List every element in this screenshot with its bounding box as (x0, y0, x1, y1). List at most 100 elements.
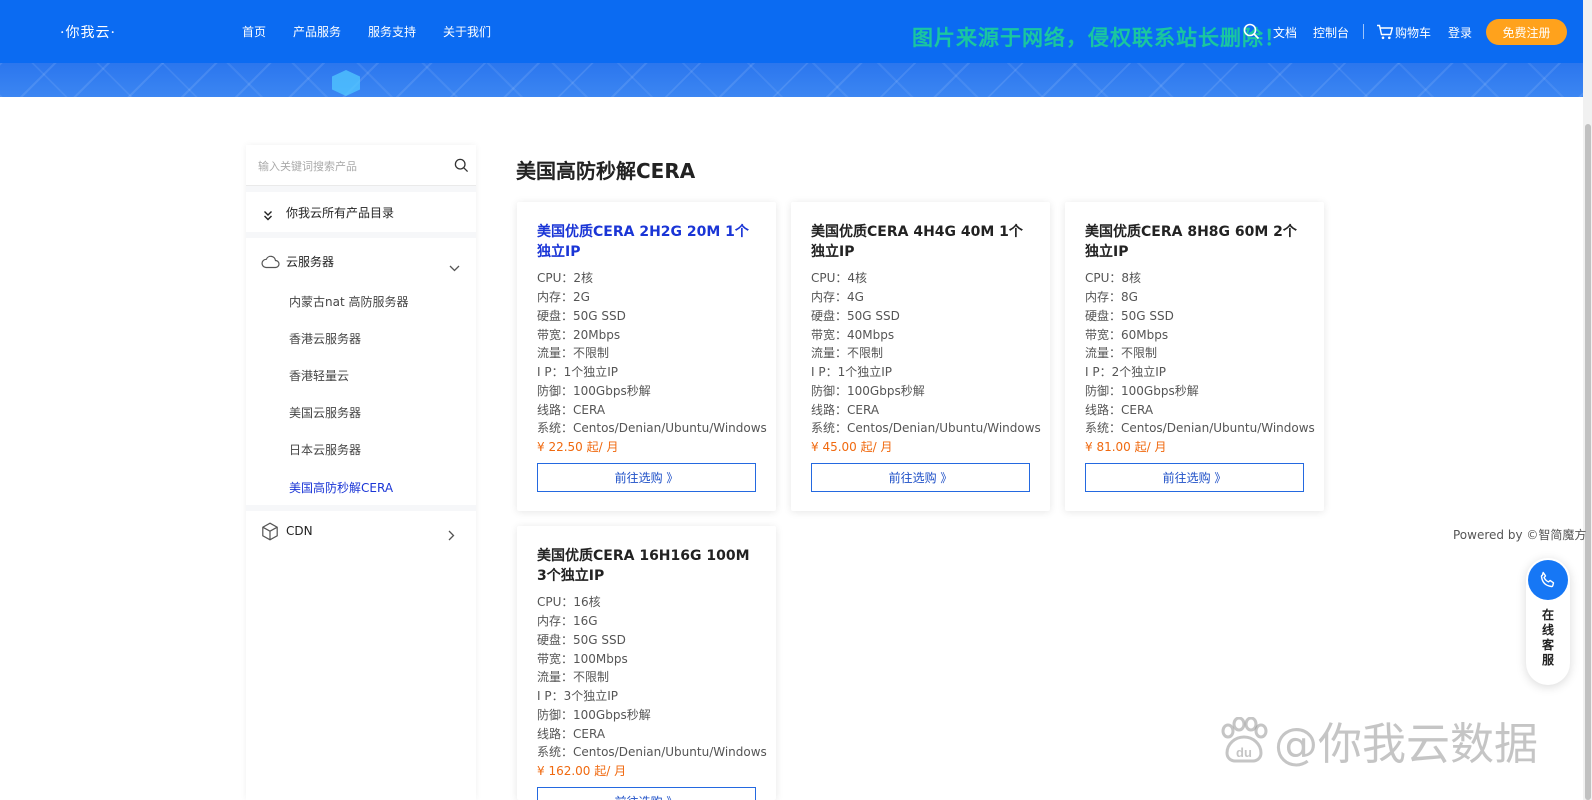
sidebar-item-us-cloud[interactable]: 美国云服务器 (289, 404, 361, 421)
spec-os: 系统：Centos/Denian/Ubuntu/Windows (1085, 421, 1315, 435)
spec-line: 线路：CERA (537, 727, 606, 741)
phone-icon[interactable] (1528, 560, 1568, 600)
spec-os: 系统：Centos/Denian/Ubuntu/Windows (537, 421, 767, 435)
sidebar-divider (246, 186, 476, 192)
product-title[interactable]: 美国优质CERA 8H8G 60M 2个独立IP (1085, 222, 1307, 262)
docs-link[interactable]: 文档 (1273, 24, 1297, 41)
spec-traffic: 流量：不限制 (1085, 346, 1158, 360)
category-cdn-label: CDN (286, 524, 313, 538)
product-title[interactable]: 美国优质CERA 4H4G 40M 1个独立IP (811, 222, 1033, 262)
nav-products[interactable]: 产品服务 (293, 23, 341, 40)
catalog-label: 你我云所有产品目录 (286, 206, 395, 220)
spec-cpu: CPU：2核 (537, 271, 594, 285)
spec-line: 线路：CERA (1085, 403, 1154, 417)
nav-home[interactable]: 首页 (242, 23, 266, 40)
powered-by: Powered by ©智简魔方 (1453, 528, 1587, 542)
sidebar-item-hk-lightweight[interactable]: 香港轻量云 (289, 367, 349, 384)
spec-disk: 硬盘：50G SSD (811, 309, 900, 323)
double-chevron-down-icon (263, 206, 273, 225)
image-source-watermark: 图片来源于网络，侵权联系站长删除！ (912, 26, 1286, 50)
spec-os: 系统：Centos/Denian/Ubuntu/Windows (537, 745, 767, 759)
register-button[interactable]: 免费注册 (1486, 19, 1567, 45)
product-price: ¥ 22.50 起/ 月 (537, 440, 619, 454)
banner-decoration (0, 63, 1583, 97)
spec-bandwidth: 带宽：100Mbps (537, 652, 628, 666)
search-icon[interactable] (1243, 23, 1260, 44)
buy-button[interactable]: 前往选购 》 (537, 463, 756, 492)
sidebar-divider (246, 232, 476, 238)
spec-memory: 内存：8G (1085, 290, 1138, 304)
online-service-label: 在线客服 (1541, 608, 1554, 667)
nav-about[interactable]: 关于我们 (443, 23, 491, 40)
weibo-watermark: du @你我云数据 (1218, 712, 1538, 770)
sidebar-item-us-cera[interactable]: 美国高防秒解CERA (289, 479, 393, 496)
spec-defense: 防御：100Gbps秒解 (537, 708, 651, 722)
product-card: 美国优质CERA 16H16G 100M 3个独立IP CPU：16核 内存：1… (517, 526, 776, 800)
spec-memory: 内存：4G (811, 290, 864, 304)
category-cloud-server[interactable]: 云服务器 (246, 243, 476, 279)
spec-ip: I P：1个独立IP (537, 365, 619, 379)
spec-traffic: 流量：不限制 (537, 346, 610, 360)
spec-defense: 防御：100Gbps秒解 (811, 384, 925, 398)
cart-icon[interactable] (1376, 24, 1394, 44)
product-price: ¥ 81.00 起/ 月 (1085, 440, 1167, 454)
spec-disk: 硬盘：50G SSD (537, 633, 626, 647)
product-card: 美国优质CERA 4H4G 40M 1个独立IP CPU：4核 内存：4G 硬盘… (791, 202, 1050, 511)
spec-memory: 内存：16G (537, 614, 598, 628)
site-header: ·你我云· 首页 产品服务 服务支持 关于我们 图片来源于网络，侵权联系站长删除… (0, 0, 1583, 97)
product-card: 美国优质CERA 2H2G 20M 1个独立IP CPU：2核 内存：2G 硬盘… (517, 202, 776, 511)
category-cloud-label: 云服务器 (286, 255, 335, 269)
online-service-widget[interactable]: 在线客服 (1526, 558, 1570, 685)
login-link[interactable]: 登录 (1448, 24, 1472, 41)
du-paw-logo-icon: du (1218, 716, 1270, 763)
site-logo[interactable]: ·你我云· (60, 22, 116, 42)
spec-cpu: CPU：8核 (1085, 271, 1142, 285)
spec-defense: 防御：100Gbps秒解 (1085, 384, 1199, 398)
product-search-input[interactable] (258, 157, 438, 175)
cloud-icon (261, 254, 280, 273)
search-icon[interactable] (454, 158, 469, 177)
console-link[interactable]: 控制台 (1313, 24, 1349, 41)
spec-memory: 内存：2G (537, 290, 590, 304)
spec-disk: 硬盘：50G SSD (537, 309, 626, 323)
spec-os: 系统：Centos/Denian/Ubuntu/Windows (811, 421, 1041, 435)
buy-button[interactable]: 前往选购 》 (537, 787, 756, 800)
spec-bandwidth: 带宽：60Mbps (1085, 328, 1169, 342)
sidebar-item-inner-mongolia-nat[interactable]: 内蒙古nat 高防服务器 (289, 293, 408, 310)
product-price: ¥ 45.00 起/ 月 (811, 440, 893, 454)
cart-link[interactable]: 购物车 (1395, 24, 1431, 41)
spec-line: 线路：CERA (537, 403, 606, 417)
chevron-down-icon[interactable] (449, 257, 460, 276)
spec-disk: 硬盘：50G SSD (1085, 309, 1174, 323)
sidebar-divider (246, 505, 476, 511)
header-divider (1363, 24, 1364, 39)
buy-button[interactable]: 前往选购 》 (811, 463, 1030, 492)
product-price: ¥ 162.00 起/ 月 (537, 764, 627, 778)
cube-icon (261, 522, 279, 545)
spec-ip: I P：2个独立IP (1085, 365, 1167, 379)
chevron-right-icon[interactable] (448, 526, 455, 545)
sidebar-item-hk-cloud[interactable]: 香港云服务器 (289, 330, 361, 347)
watermark-text: @你我云数据 (1274, 719, 1538, 770)
category-cdn[interactable]: CDN (246, 514, 476, 550)
spec-ip: I P：1个独立IP (811, 365, 893, 379)
sidebar-item-jp-cloud[interactable]: 日本云服务器 (289, 441, 361, 458)
spec-line: 线路：CERA (811, 403, 880, 417)
spec-bandwidth: 带宽：20Mbps (537, 328, 621, 342)
all-products-catalog[interactable]: 你我云所有产品目录 (246, 193, 476, 231)
spec-cpu: CPU：16核 (537, 595, 601, 609)
page-title: 美国高防秒解CERA (516, 159, 696, 183)
spec-bandwidth: 带宽：40Mbps (811, 328, 895, 342)
nav-support[interactable]: 服务支持 (368, 23, 416, 40)
page-scrollbar-thumb[interactable] (1585, 124, 1591, 800)
spec-traffic: 流量：不限制 (537, 670, 610, 684)
spec-cpu: CPU：4核 (811, 271, 868, 285)
spec-ip: I P：3个独立IP (537, 689, 619, 703)
buy-button[interactable]: 前往选购 》 (1085, 463, 1304, 492)
product-title[interactable]: 美国优质CERA 2H2G 20M 1个独立IP (537, 222, 759, 262)
product-title[interactable]: 美国优质CERA 16H16G 100M 3个独立IP (537, 546, 759, 586)
product-card: 美国优质CERA 8H8G 60M 2个独立IP CPU：8核 内存：8G 硬盘… (1065, 202, 1324, 511)
svg-text:du: du (1236, 745, 1252, 760)
spec-defense: 防御：100Gbps秒解 (537, 384, 651, 398)
product-search (246, 146, 476, 186)
